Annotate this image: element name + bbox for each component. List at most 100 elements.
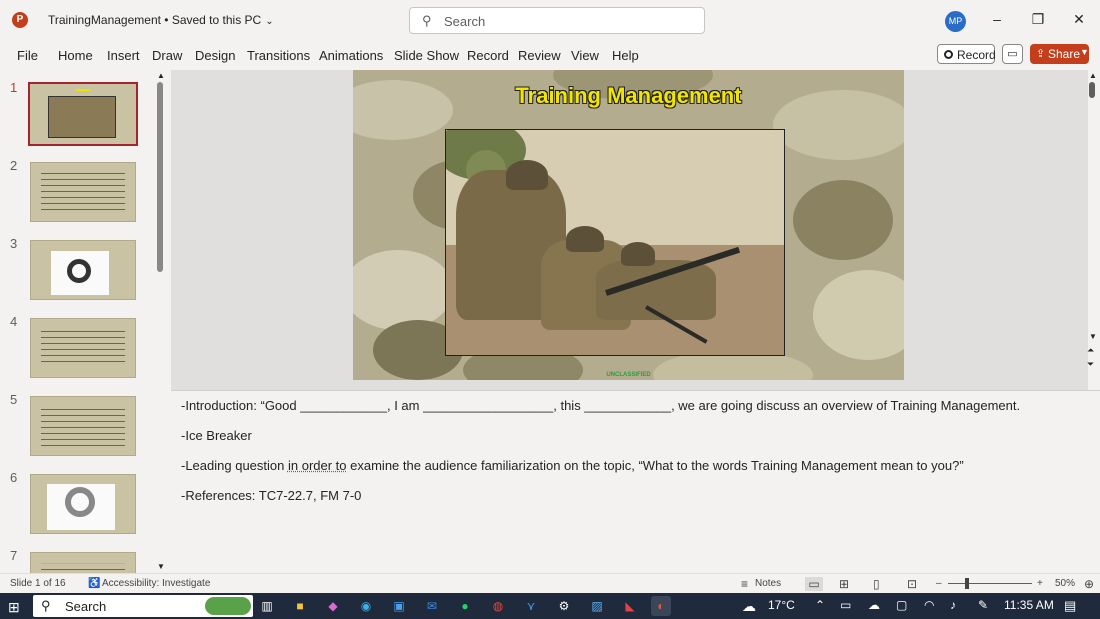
scroll-down-icon[interactable]: ▼ [157,562,165,571]
scroll-down-icon[interactable]: ▼ [1089,332,1097,341]
store-icon[interactable]: ▣ [389,596,409,616]
copilot-icon[interactable]: ◆ [323,596,343,616]
restore-icon[interactable]: ❐ [1028,11,1048,28]
temperature[interactable]: 17°C [768,598,795,612]
thumbnail-number: 3 [10,236,18,251]
search-icon: ⚲ [422,13,432,28]
search-icon: ⚲ [41,598,51,613]
tab-slide-show[interactable]: Slide Show [394,48,459,63]
slideshow-icon[interactable]: ⊡ [907,577,917,591]
note-line-3-end: examine the audience familiarization on … [346,458,964,473]
thumbnail-number: 6 [10,470,18,485]
zoom-level[interactable]: 50% [1055,578,1075,589]
tab-record[interactable]: Record [467,48,509,63]
thumbnail-number: 7 [10,548,18,563]
reading-view-icon[interactable]: ▯ [873,577,880,591]
slide-canvas[interactable]: Training Management UNCLASSIFIED [353,70,904,380]
file-explorer-icon[interactable]: ■ [290,596,310,616]
zoom-out-icon[interactable]: – [936,578,942,589]
note-line-3-flagged[interactable]: in order to [288,458,347,473]
record-button[interactable]: Record [937,44,996,64]
volume-icon[interactable]: ♪ [950,598,956,612]
fit-to-window-icon[interactable]: ⊕ [1084,577,1094,591]
chevron-up-icon[interactable]: ⌃ [815,598,825,612]
comments-button[interactable]: ▭ [1002,44,1023,64]
onedrive-icon[interactable]: ☁ [868,598,880,612]
thumbnail-scrollbar[interactable] [157,82,163,272]
record-button-label: Record [957,48,996,62]
document-title-text: TrainingManagement • Saved to this PC [48,13,262,27]
slide-thumbnail-2[interactable] [30,162,136,222]
accessibility-icon[interactable]: ♿ [88,578,100,589]
settings-icon[interactable]: ⚙ [554,596,574,616]
tab-review[interactable]: Review [518,48,561,63]
thumbnail-number: 1 [10,80,18,95]
slide-thumbnail-pane: 1 ▬▬▬ 2 3 4 5 6 7 [0,70,170,573]
notes-pane[interactable]: -Introduction: “Good ____________, I am … [171,390,1100,573]
pen-icon[interactable]: ✎ [978,598,988,612]
tab-transitions[interactable]: Transitions [247,48,310,63]
slide-title[interactable]: Training Management [353,83,904,109]
share-button-label: Share [1048,47,1081,61]
taskbar-search[interactable]: ⚲ Search [33,595,253,617]
tab-home[interactable]: Home [58,48,93,63]
chevron-down-icon: ⌄ [265,16,274,27]
normal-view-icon[interactable]: ▭ [805,577,823,591]
next-slide-icon[interactable]: ⏷ [1087,359,1094,370]
slide-thumbnail-5[interactable] [30,396,136,456]
tab-view[interactable]: View [571,48,599,63]
previous-slide-icon[interactable]: ⏶ [1087,345,1094,356]
tab-draw[interactable]: Draw [152,48,182,63]
battery-icon[interactable]: ▭ [840,598,851,612]
minimize-icon[interactable]: – [987,11,1007,27]
acrobat-icon[interactable]: ◣ [620,596,640,616]
close-icon[interactable]: ✕ [1069,11,1089,28]
tab-insert[interactable]: Insert [107,48,140,63]
slide-sorter-icon[interactable]: ⊞ [839,577,849,591]
photos-icon[interactable]: ▨ [587,596,607,616]
search-input[interactable]: ⚲ Search [409,7,705,34]
slide-photo[interactable] [445,129,785,356]
task-view-icon[interactable]: ▥ [257,596,277,616]
share-button[interactable]: ⇪ Share ▼ [1030,44,1089,64]
slide-count: Slide 1 of 16 [10,578,66,589]
title-bar: P TrainingManagement • Saved to this PC ⌄… [0,0,1100,42]
whatsapp-icon[interactable]: ● [455,596,475,616]
vscode-icon[interactable]: ⋎ [521,596,541,616]
thumbnail-photo [48,96,116,138]
zoom-slider-thumb[interactable] [965,578,969,589]
tab-animations[interactable]: Animations [319,48,383,63]
edge-icon[interactable]: ◉ [356,596,376,616]
note-line-4: -References: TC7-22.7, FM 7-0 [181,488,362,503]
notes-toggle[interactable]: Notes [755,578,781,589]
scroll-up-icon[interactable]: ▲ [1089,71,1097,80]
slide-thumbnail-3[interactable] [30,240,136,300]
zoom-in-icon[interactable]: + [1037,578,1043,589]
notifications-icon[interactable]: ▤ [1064,598,1076,614]
scroll-up-icon[interactable]: ▲ [157,71,165,80]
weather-icon[interactable]: ☁ [742,598,756,615]
slide-scrollbar[interactable] [1089,82,1095,98]
slide-thumbnail-7[interactable] [30,552,136,573]
avatar[interactable]: MP [945,11,966,32]
chrome-icon[interactable]: ◍ [488,596,508,616]
comment-icon: ▭ [1007,48,1018,60]
slide-thumbnail-6[interactable] [30,474,136,534]
notes-icon[interactable]: ≡ [741,577,748,591]
slide-thumbnail-4[interactable] [30,318,136,378]
tab-help[interactable]: Help [612,48,639,63]
tab-file[interactable]: File [17,48,38,63]
document-title[interactable]: TrainingManagement • Saved to this PC ⌄ [48,13,274,27]
windows-start-icon[interactable]: ⊞ [8,599,20,616]
tab-design[interactable]: Design [195,48,235,63]
zoom-slider[interactable] [948,583,1032,584]
classification-footer: UNCLASSIFIED [606,372,651,378]
powerpoint-taskbar-icon[interactable]: ◐ [651,596,671,616]
clock[interactable]: 11:35 AM [1004,598,1054,612]
slide-thumbnail-1[interactable]: ▬▬▬ [28,82,138,146]
powerpoint-logo-icon: P [12,12,28,28]
meet-icon[interactable]: ▢ [896,598,907,612]
mail-icon[interactable]: ✉ [422,596,442,616]
wifi-icon[interactable]: ◠ [924,598,934,612]
accessibility-status[interactable]: Accessibility: Investigate [102,578,210,589]
